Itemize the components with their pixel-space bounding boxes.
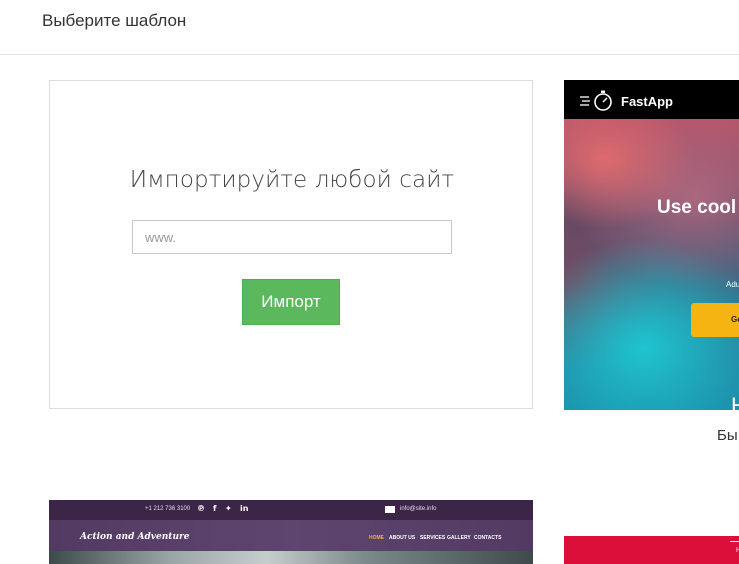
page-title: Выберите шаблон (42, 11, 187, 30)
import-site-card: Импортируйте любой сайт Импорт (49, 80, 533, 409)
adventure-menu-home: HOME (369, 535, 384, 541)
template-card-red[interactable]: H (564, 536, 739, 564)
fastapp-cta-button: Ge (691, 303, 739, 337)
fastapp-hero-heading: Use cool (657, 197, 737, 218)
facebook-icon: f (213, 504, 217, 513)
adventure-email: info@site.info (400, 506, 437, 512)
adventure-hero-image (49, 551, 533, 564)
template-caption: Бы (717, 427, 738, 444)
adventure-phone: +1 212 736 3100 (145, 506, 191, 512)
template-card-fastapp[interactable]: FastApp Use cool Adu Ge H (564, 80, 739, 410)
adventure-menu-gallery: GALLERY (447, 535, 471, 541)
adventure-menu-contacts: CONTACTS (474, 535, 502, 541)
adventure-logo: Action and Adventure (80, 532, 190, 542)
fastapp-navbar: FastApp (564, 80, 739, 119)
fastapp-hero-big-text: H (731, 393, 739, 410)
top-bar: Выберите шаблон (0, 0, 739, 55)
fastapp-hero-subtext: Adu (726, 280, 739, 289)
fastapp-cta-label: Ge (731, 315, 739, 324)
site-url-input[interactable] (132, 220, 452, 254)
pinterest-icon: ℗ (197, 504, 205, 513)
twitter-icon: ✦ (225, 504, 232, 513)
template-card-action-adventure[interactable]: +1 212 736 3100 ℗ f ✦ in info@site.info … (49, 500, 533, 564)
adventure-menu-about: ABOUT US (389, 535, 416, 541)
linkedin-icon: in (240, 504, 249, 513)
mail-icon (385, 506, 395, 513)
fastapp-hero: Use cool Adu Ge H (564, 119, 739, 410)
fastapp-logo-text: FastApp (621, 94, 673, 109)
import-heading: Импортируйте любой сайт (129, 167, 455, 193)
adventure-top-bar: +1 212 736 3100 ℗ f ✦ in info@site.info (49, 500, 533, 520)
import-button[interactable]: Импорт (242, 279, 340, 325)
stopwatch-icon (580, 90, 612, 111)
red-divider (730, 541, 739, 542)
adventure-menu-services: SERVICES (420, 535, 446, 541)
